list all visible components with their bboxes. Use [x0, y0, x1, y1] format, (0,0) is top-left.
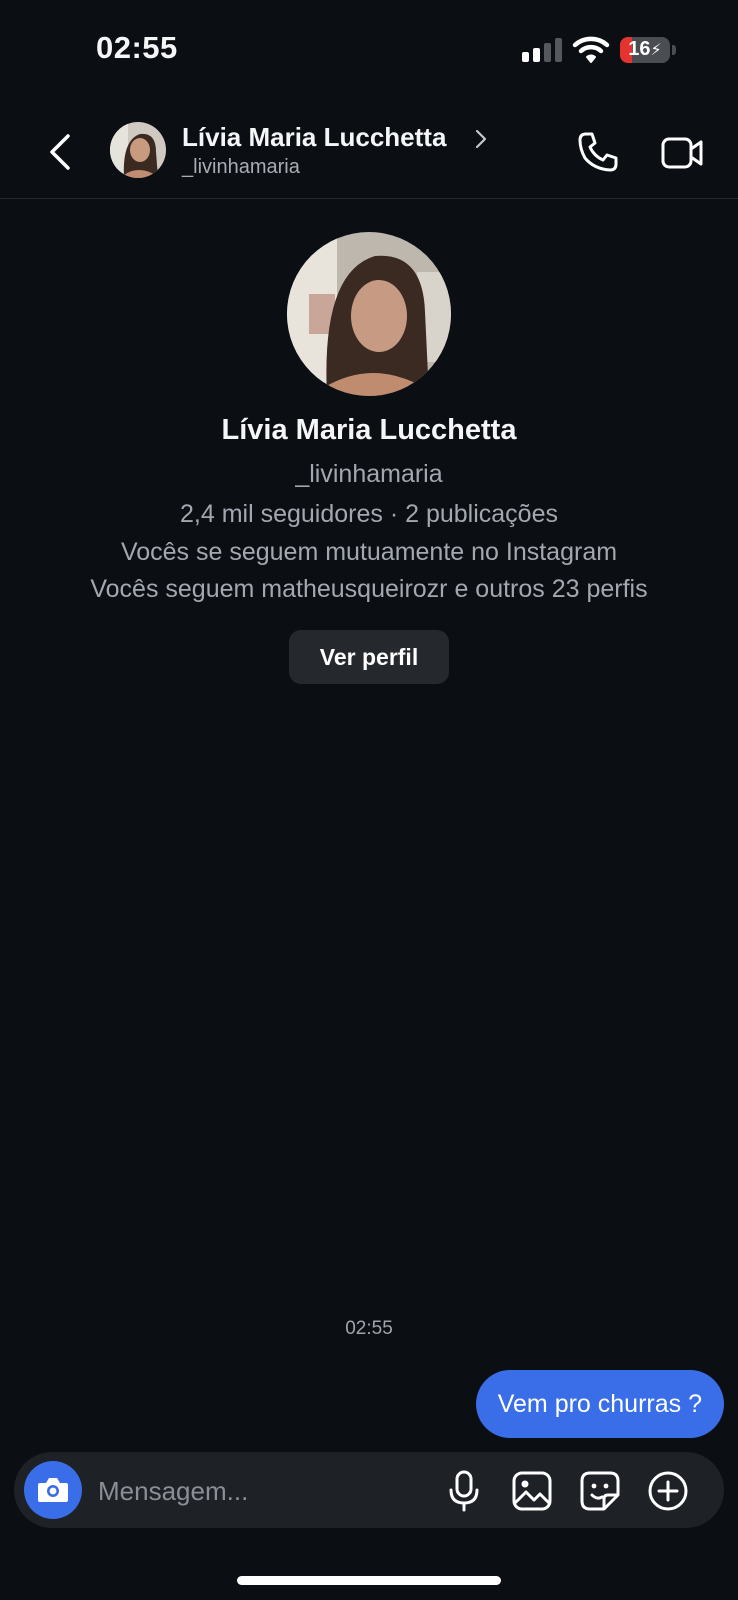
status-time: 02:55: [96, 30, 178, 65]
sticker-icon[interactable]: [578, 1469, 622, 1513]
camera-button[interactable]: [24, 1461, 82, 1519]
back-button[interactable]: [44, 130, 78, 174]
profile-name: Lívia Maria Lucchetta: [221, 414, 517, 446]
chat-header: Lívia Maria Lucchetta _livinhamaria: [0, 110, 738, 199]
chevron-right-icon[interactable]: [474, 128, 488, 150]
battery-percent: 16⚡: [628, 38, 662, 60]
mutual-follow-text: Vocês se seguem mutuamente no Instagram: [120, 538, 618, 566]
profile-handle: _livinhamaria: [295, 460, 443, 488]
view-profile-button[interactable]: Ver perfil: [289, 630, 449, 684]
plus-circle-icon[interactable]: [646, 1469, 690, 1513]
profile-avatar[interactable]: [287, 232, 451, 396]
profile-photo: [287, 232, 451, 396]
microphone-icon[interactable]: [442, 1469, 486, 1513]
header-handle[interactable]: _livinhamaria: [182, 156, 300, 179]
header-avatar[interactable]: [110, 122, 166, 178]
gallery-icon[interactable]: [510, 1469, 554, 1513]
video-camera-icon[interactable]: [660, 132, 704, 172]
phone-icon[interactable]: [576, 130, 620, 174]
sent-message-bubble[interactable]: Vem pro churras ?: [475, 1370, 724, 1438]
message-timestamp: 02:55: [345, 1318, 393, 1339]
home-indicator[interactable]: [237, 1576, 501, 1585]
wifi-icon: [572, 36, 610, 63]
battery-indicator: 16⚡: [620, 37, 670, 63]
header-name[interactable]: Lívia Maria Lucchetta: [182, 122, 446, 153]
avatar-image: [110, 122, 166, 178]
profile-stats: 2,4 mil seguidores · 2 publicações: [180, 500, 558, 528]
chat-screen: 02:55 16⚡ Lívia Maria Lucchetta _livinha…: [0, 0, 738, 1600]
camera-icon: [38, 1478, 68, 1502]
signal-icon: [522, 38, 564, 62]
message-composer: [14, 1452, 724, 1528]
battery-cap: [672, 45, 676, 55]
message-input[interactable]: [96, 1466, 430, 1516]
common-follows-text: Vocês seguem matheusqueirozr e outros 23…: [90, 575, 648, 603]
